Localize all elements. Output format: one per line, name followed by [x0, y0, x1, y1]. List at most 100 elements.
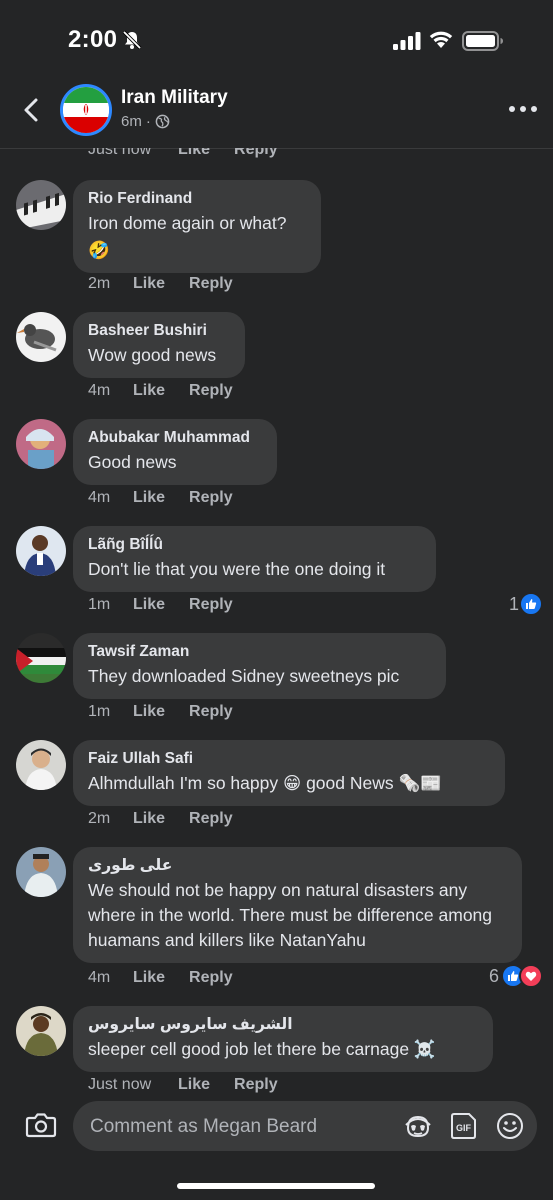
avatar[interactable] [16, 419, 66, 469]
comment-text: Alhmdullah I'm so happy 😁 good News 🗞️📰 [88, 773, 443, 793]
comment-actions: 4m Like Reply [88, 489, 233, 507]
reply-button[interactable]: Reply [189, 275, 233, 293]
comment-time: 2m [88, 810, 111, 827]
comment-time: 1m [88, 703, 111, 720]
gif-icon[interactable]: GIF [450, 1111, 478, 1141]
reply-button[interactable]: Reply [234, 1076, 278, 1094]
comment-author[interactable]: علی طوری [88, 856, 507, 876]
avatar[interactable] [16, 180, 66, 230]
like-button[interactable]: Like [178, 1076, 210, 1094]
comment-input-pill[interactable]: GIF [73, 1101, 537, 1153]
comment-actions: 4m Like Reply [88, 969, 233, 987]
like-button[interactable]: Like [178, 148, 210, 159]
reply-button[interactable]: Reply [234, 148, 278, 159]
page-avatar[interactable] [60, 84, 112, 136]
like-button[interactable]: Like [133, 489, 165, 507]
comment-author[interactable]: Abubakar Muhammad [88, 428, 262, 448]
avatar[interactable] [16, 312, 66, 362]
comment-bubble[interactable]: Tawsif Zaman They downloaded Sidney swee… [73, 633, 446, 699]
comment-author[interactable]: Tawsif Zaman [88, 642, 431, 662]
post-header: Iran Military 6m · [0, 78, 553, 149]
comment-text: Iron dome again or what? [88, 213, 287, 233]
person-avatar-image [16, 1006, 66, 1056]
like-button[interactable]: Like [133, 275, 165, 293]
comment-actions: Just now Like Reply [88, 1076, 278, 1094]
more-icon[interactable] [508, 104, 538, 114]
wifi-icon [429, 31, 453, 48]
comment-emoji: 🤣 [88, 240, 110, 260]
status-bar: 2:00 [0, 0, 553, 78]
comment-bubble[interactable]: Lãñg Bîĺĺû Don't lie that you were the o… [73, 526, 436, 592]
home-indicator[interactable] [177, 1183, 375, 1189]
person-avatar-image [16, 740, 66, 790]
avatar[interactable] [16, 526, 66, 576]
comment-actions: 1m Like Reply [88, 703, 233, 721]
love-reaction-icon [519, 964, 543, 988]
like-button[interactable]: Like [133, 382, 165, 400]
emoji-icon[interactable] [495, 1111, 525, 1141]
reply-button[interactable]: Reply [189, 810, 233, 828]
comment-actions: 4m Like Reply [88, 382, 233, 400]
comment-bubble[interactable]: Abubakar Muhammad Good news [73, 419, 277, 485]
comment-text: We should not be happy on natural disast… [88, 880, 493, 950]
person-avatar-image [16, 526, 66, 576]
comment-time: 2m [88, 275, 111, 292]
signal-icon [393, 32, 421, 50]
screen: 2:00 Iran Military 6m · Just now Like Re… [0, 0, 553, 1200]
status-time: 2:00 [68, 26, 118, 53]
comment-input[interactable] [88, 1101, 402, 1153]
comment-bubble[interactable]: علی طوری We should not be happy on natur… [73, 847, 522, 963]
like-button[interactable]: Like [133, 969, 165, 987]
avatar-sticker-icon[interactable] [403, 1111, 433, 1141]
reaction-summary[interactable]: 6 [489, 964, 543, 988]
comment-author[interactable]: Faiz Ullah Safi [88, 749, 490, 769]
reply-button[interactable]: Reply [189, 489, 233, 507]
avatar[interactable] [16, 633, 66, 683]
comment-text: Wow good news [88, 345, 217, 365]
reaction-summary[interactable]: 1 [509, 592, 543, 616]
avatar[interactable] [16, 740, 66, 790]
comment-actions: 2m Like Reply [88, 810, 233, 828]
comment-author[interactable]: Rio Ferdinand [88, 189, 306, 209]
camera-icon[interactable] [25, 1110, 57, 1140]
piano-avatar-image [16, 180, 66, 230]
comment-bubble[interactable]: Faiz Ullah Safi Alhmdullah I'm so happy … [73, 740, 505, 806]
avatar[interactable] [16, 847, 66, 897]
like-button[interactable]: Like [133, 596, 165, 614]
person-avatar-image [16, 419, 66, 469]
like-reaction-icon [519, 592, 543, 616]
avatar[interactable] [16, 1006, 66, 1056]
comment-bubble[interactable]: Rio Ferdinand Iron dome again or what? 🤣 [73, 180, 321, 273]
comment-author[interactable]: الشريف سايروس سايروس [88, 1015, 478, 1035]
comment-author[interactable]: Lãñg Bîĺĺû [88, 535, 421, 555]
comment-text: sleeper cell good job let there be carna… [88, 1039, 436, 1059]
post-age: 6m [121, 113, 142, 130]
reply-button[interactable]: Reply [189, 703, 233, 721]
page-name[interactable]: Iran Military [121, 87, 228, 109]
reply-button[interactable]: Reply [189, 969, 233, 987]
reaction-count: 6 [488, 965, 499, 986]
comment-time: 4m [88, 382, 111, 399]
comment-actions: 1m Like Reply [88, 596, 233, 614]
back-icon[interactable] [18, 94, 46, 126]
clipped-comment-actions: Just now Like Reply [88, 148, 278, 159]
bird-avatar-image [16, 312, 66, 362]
comment-text: Good news [88, 452, 177, 472]
battery-icon [462, 31, 503, 51]
comment-composer: GIF [0, 1098, 553, 1158]
comments-list[interactable]: Just now Like Reply Rio Ferdinand Iron d… [0, 148, 553, 1098]
bell-muted-icon [122, 30, 142, 50]
svg-text:GIF: GIF [456, 1123, 472, 1133]
iran-flag-icon [63, 87, 109, 133]
post-meta: 6m · [121, 113, 170, 130]
reply-button[interactable]: Reply [189, 596, 233, 614]
flag-avatar-image [16, 633, 66, 683]
comment-author[interactable]: Basheer Bushiri [88, 321, 230, 341]
comment-bubble[interactable]: Basheer Bushiri Wow good news [73, 312, 245, 378]
like-button[interactable]: Like [133, 810, 165, 828]
comment-time: 1m [88, 596, 111, 613]
comment-time: 4m [88, 489, 111, 506]
reply-button[interactable]: Reply [189, 382, 233, 400]
like-button[interactable]: Like [133, 703, 165, 721]
comment-bubble[interactable]: الشريف سايروس سايروس sleeper cell good j… [73, 1006, 493, 1072]
